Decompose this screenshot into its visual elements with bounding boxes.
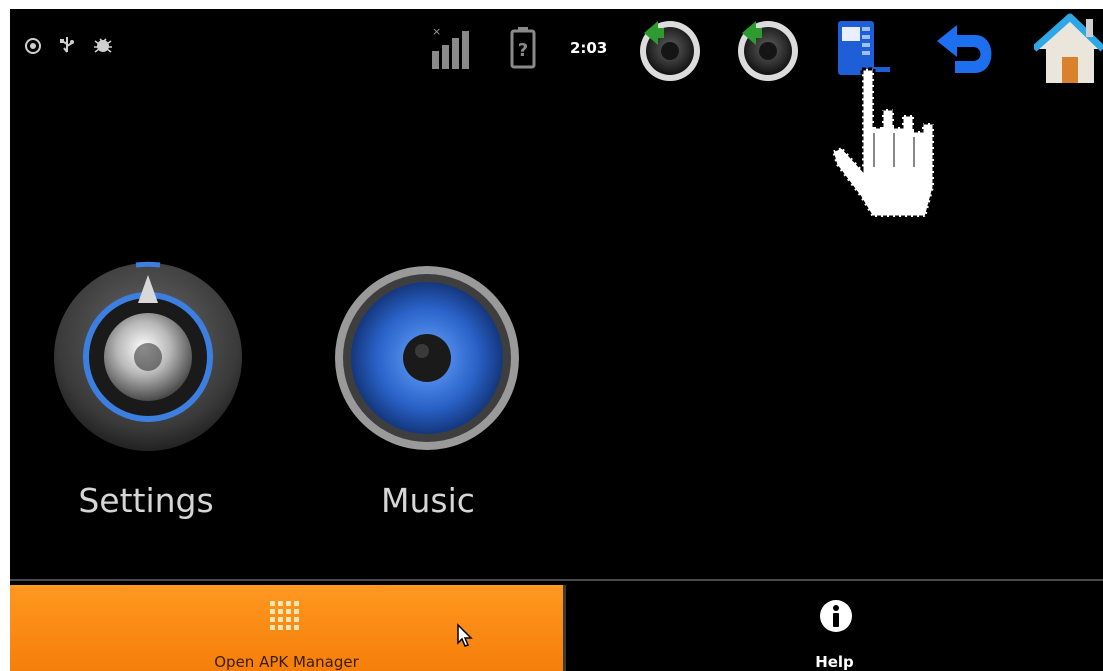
settings-notification-icon: [25, 38, 41, 54]
arrow-cursor-icon: [457, 623, 473, 647]
app-settings-label: Settings: [78, 481, 214, 520]
home-button[interactable]: [1034, 13, 1103, 85]
volume-up-button[interactable]: [732, 13, 804, 85]
grid-icon: [270, 601, 299, 630]
open-apk-manager-label: Open APK Manager: [214, 653, 359, 671]
device-screen: × ? 2:03 Settings Music Open APK Manager…: [10, 9, 1103, 671]
volume-down-button[interactable]: [634, 13, 706, 85]
debug-icon: [94, 38, 112, 53]
usb-icon: [60, 37, 74, 53]
speaker-icon: [335, 266, 519, 450]
info-icon: [820, 600, 852, 632]
bottom-action-bar: Open APK Manager Help: [10, 579, 1103, 671]
battery-unknown-icon: ?: [510, 27, 536, 69]
svg-text:×: ×: [432, 25, 441, 38]
svg-text:?: ?: [518, 40, 528, 61]
help-button[interactable]: Help: [566, 585, 1103, 671]
app-settings[interactable]: Settings: [26, 249, 266, 529]
signal-icon: ×: [432, 25, 469, 69]
app-music[interactable]: Music: [308, 249, 548, 529]
help-label: Help: [815, 653, 854, 671]
app-music-label: Music: [381, 481, 475, 520]
open-apk-manager-button[interactable]: Open APK Manager: [10, 585, 563, 671]
settings-knob-icon: [54, 261, 242, 451]
status-clock: 2:03: [570, 39, 608, 57]
hand-pointer-cursor-icon: [830, 67, 936, 219]
